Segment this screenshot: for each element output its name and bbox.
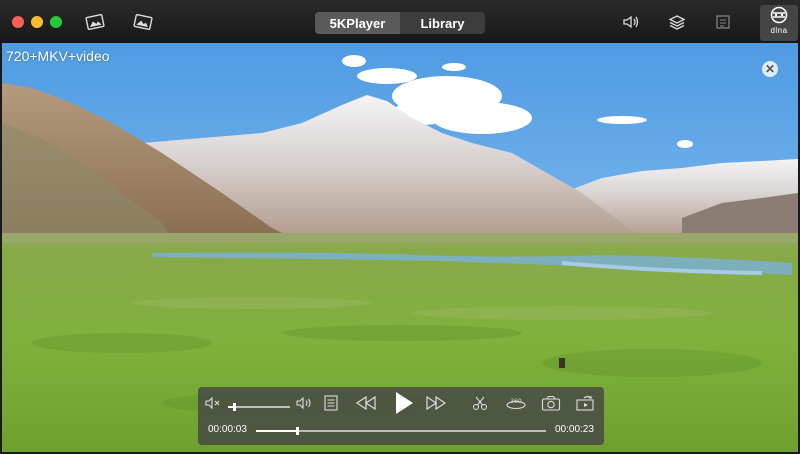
rewind-icon[interactable] — [354, 394, 378, 412]
volume-slider[interactable] — [228, 403, 290, 411]
video-title: 720+MKV+video — [6, 48, 110, 64]
playback-controls: 360 00:00:03 00:00:23 — [198, 387, 604, 445]
tab-5kplayer[interactable]: 5KPlayer — [315, 12, 400, 34]
seek-bar[interactable] — [256, 427, 546, 435]
close-video-button[interactable]: ✕ — [762, 61, 778, 77]
layers-icon[interactable] — [666, 12, 688, 32]
close-window-button[interactable] — [12, 16, 24, 28]
volume-handle[interactable] — [233, 403, 237, 411]
scissors-icon[interactable] — [470, 394, 490, 412]
mute-icon[interactable] — [204, 395, 222, 411]
photo-icon[interactable] — [84, 12, 106, 32]
current-time: 00:00:03 — [208, 424, 247, 435]
total-time: 00:00:23 — [555, 424, 594, 435]
dlna-label: dlna — [770, 26, 788, 35]
volume-icon[interactable] — [296, 395, 314, 411]
view-tabs: 5KPlayer Library — [315, 12, 485, 34]
snapshot-icon[interactable] — [540, 394, 562, 412]
speaker-icon[interactable] — [620, 12, 642, 32]
svg-text:360: 360 — [510, 398, 522, 405]
zoom-window-button[interactable] — [50, 16, 62, 28]
play-icon[interactable] — [391, 390, 417, 416]
minimize-window-button[interactable] — [31, 16, 43, 28]
airplay-360-icon[interactable]: 360 — [504, 394, 528, 412]
video-viewport[interactable]: 720+MKV+video ✕ 360 00:00:03 00:00:23 — [2, 43, 798, 452]
title-bar: 5KPlayer Library dlna — [0, 0, 800, 43]
subtitle-icon[interactable] — [712, 12, 734, 32]
tab-library[interactable]: Library — [400, 12, 485, 34]
dlna-icon — [770, 6, 788, 24]
playlist-icon[interactable] — [322, 393, 340, 413]
seek-handle[interactable] — [295, 427, 299, 435]
seek-progress — [256, 430, 297, 432]
dlna-button[interactable]: dlna — [760, 5, 798, 41]
photo-stack-icon[interactable] — [132, 12, 154, 32]
rotate-icon[interactable] — [574, 394, 596, 412]
fast-forward-icon[interactable] — [424, 394, 448, 412]
